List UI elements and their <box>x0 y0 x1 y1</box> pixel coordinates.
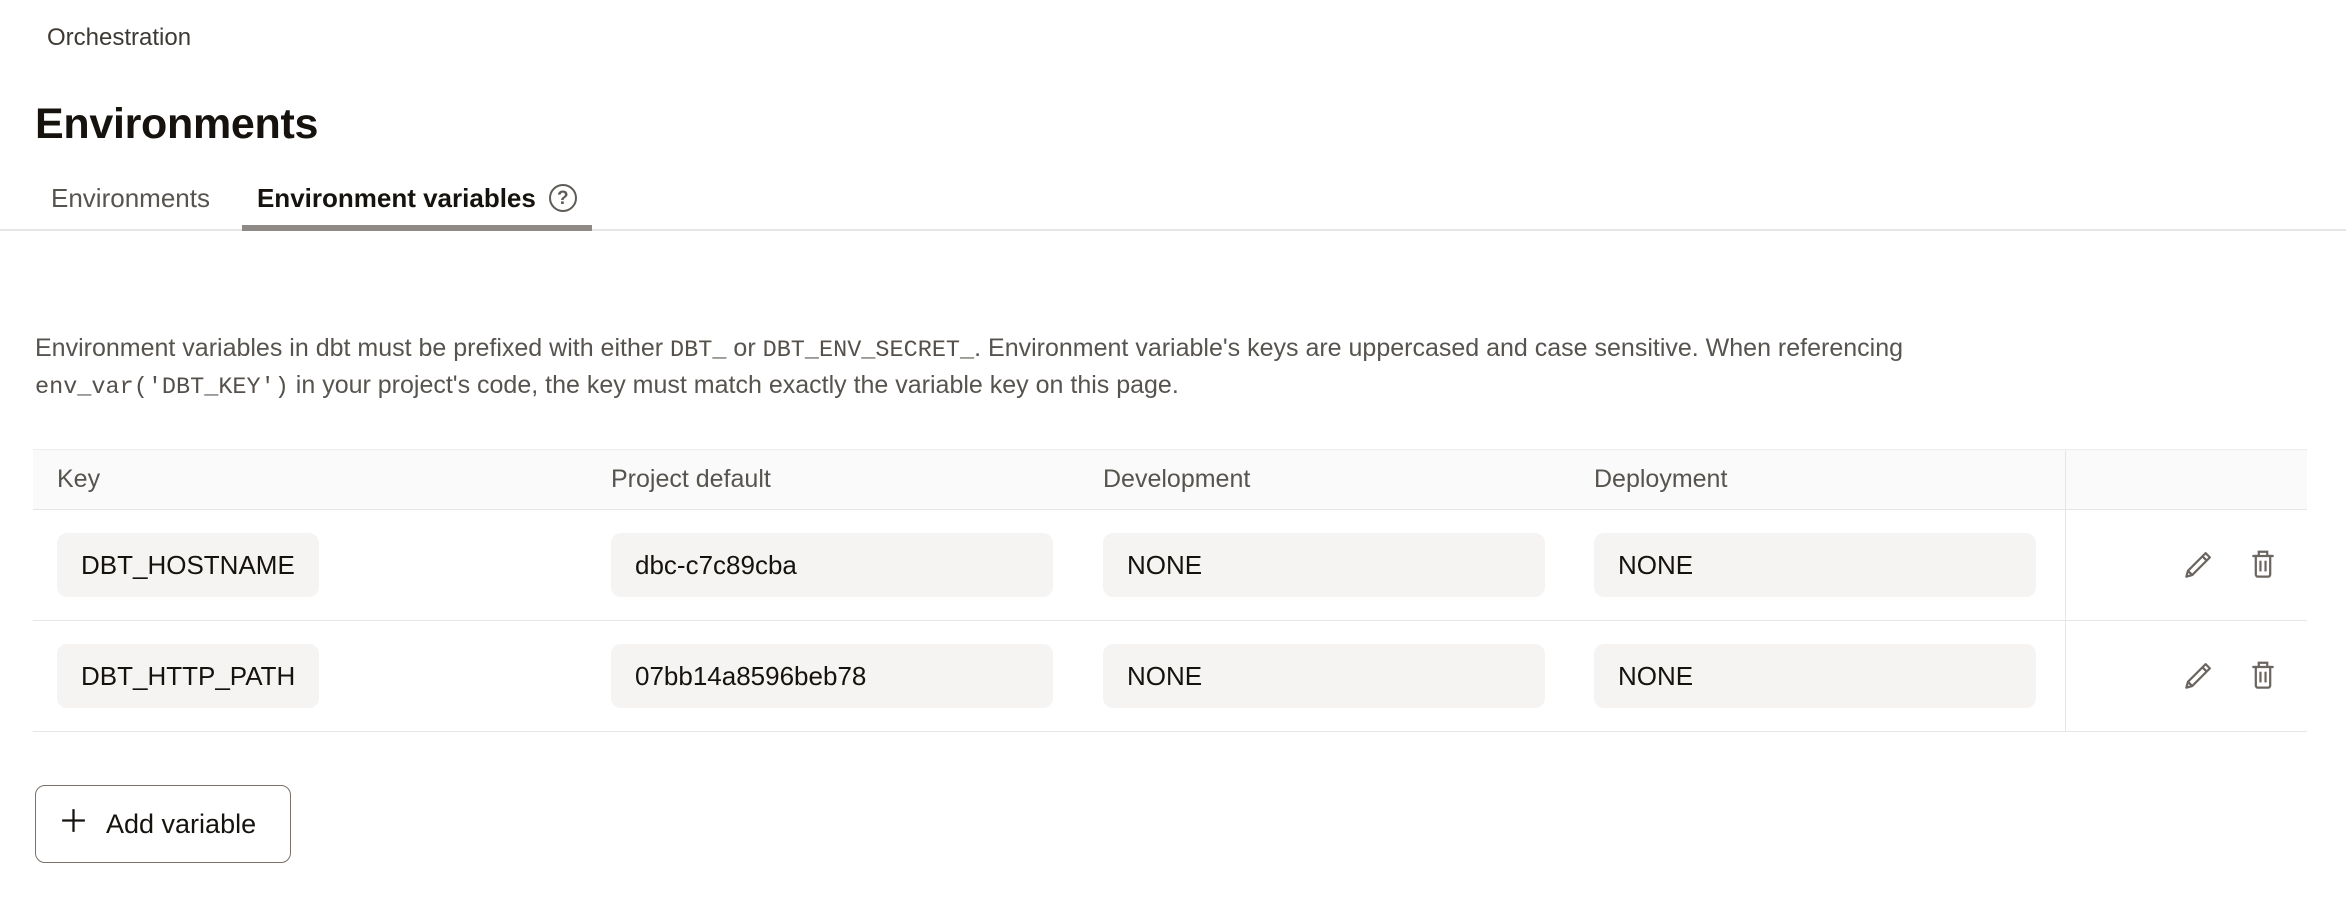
table-header-row: Key Project default Development Deployme… <box>33 450 2307 510</box>
development-pill: NONE <box>1103 533 1545 597</box>
project-default-pill: dbc-c7c89cba <box>611 533 1053 597</box>
description-code: DBT_ENV_SECRET_ <box>763 337 975 364</box>
project-default-pill: 07bb14a8596beb78 <box>611 644 1053 708</box>
pencil-icon <box>2180 658 2216 694</box>
table-row: DBT_HOSTNAME dbc-c7c89cba NONE NONE <box>33 510 2307 621</box>
description-segment: in your project's code, the key must mat… <box>289 371 1179 399</box>
trash-icon <box>2245 547 2281 583</box>
column-header-key: Key <box>33 450 611 509</box>
deployment-pill: NONE <box>1594 644 2036 708</box>
row-actions <box>2065 621 2307 731</box>
question-circle-icon[interactable]: ? <box>549 184 577 212</box>
description-text: Environment variables in dbt must be pre… <box>35 331 2235 405</box>
key-pill: DBT_HOSTNAME <box>57 533 319 597</box>
column-header-actions <box>2065 450 2307 509</box>
table-row: DBT_HTTP_PATH 07bb14a8596beb78 NONE NONE <box>33 621 2307 732</box>
description-code: DBT_ <box>670 337 726 364</box>
deployment-pill: NONE <box>1594 533 2036 597</box>
tab-environments[interactable]: Environments <box>51 182 210 229</box>
delete-variable-button[interactable] <box>2244 546 2282 584</box>
edit-variable-button[interactable] <box>2179 657 2217 695</box>
delete-variable-button[interactable] <box>2244 657 2282 695</box>
description-segment: Environment variables in dbt must be pre… <box>35 334 670 362</box>
edit-variable-button[interactable] <box>2179 546 2217 584</box>
tab-bar: Environments Environment variables ? <box>0 182 2346 231</box>
add-variable-label: Add variable <box>106 809 256 840</box>
description-segment: or <box>726 334 762 362</box>
row-actions <box>2065 510 2307 620</box>
column-header-project-default: Project default <box>611 450 1103 509</box>
plus-icon <box>58 805 89 843</box>
breadcrumb[interactable]: Orchestration <box>0 0 2346 54</box>
description-code: env_var('DBT_KEY') <box>35 374 289 401</box>
description-segment: . Environment variable's keys are upperc… <box>974 334 1903 362</box>
pencil-icon <box>2180 547 2216 583</box>
development-pill: NONE <box>1103 644 1545 708</box>
page-title: Environments <box>35 98 2346 150</box>
tab-environment-variables-label: Environment variables <box>257 182 536 214</box>
add-variable-button[interactable]: Add variable <box>35 785 291 863</box>
trash-icon <box>2245 658 2281 694</box>
environment-variables-table: Key Project default Development Deployme… <box>33 449 2307 732</box>
key-pill: DBT_HTTP_PATH <box>57 644 319 708</box>
tab-environment-variables[interactable]: Environment variables ? <box>242 182 592 229</box>
column-header-deployment: Deployment <box>1594 450 2065 509</box>
column-header-development: Development <box>1103 450 1594 509</box>
